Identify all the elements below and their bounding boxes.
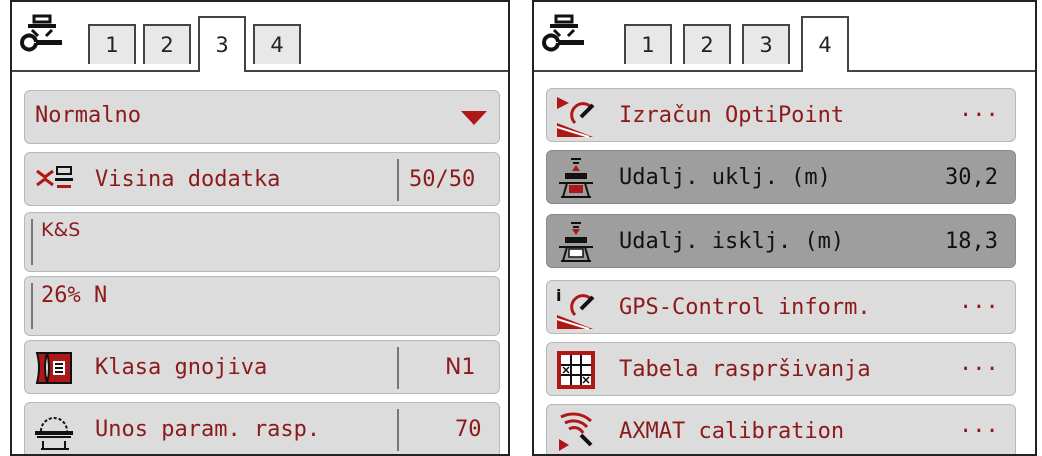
spreader-off-distance-icon [559,222,593,262]
axmat-more-icon: ··· [959,419,999,444]
gps-control-info-row[interactable]: i GPS-Control inform. ··· [546,280,1016,334]
visina-dodatka-row[interactable]: Visina dodatka 50/50 [24,152,500,206]
tab-divider [12,70,198,72]
klasa-value: N1 [445,355,476,380]
mode-dropdown-value: Normalno [35,103,141,128]
iskljucenje-label: Udalj. isklj. (m) [619,229,845,254]
svg-text:i: i [556,286,561,305]
spreader-on-distance-icon [559,158,593,198]
tabela-rasprsivanja-row[interactable]: Tabela raspršivanja ··· [546,342,1016,396]
settings-wrench-icon [20,14,62,52]
tab-2[interactable]: 2 [143,24,191,64]
separator [397,347,399,389]
fertilizer-name-value: K&S [41,219,81,241]
tabela-label: Tabela raspršivanja [619,357,871,382]
fertilizer-name-field[interactable]: K&S [24,212,500,272]
tab-3[interactable]: 3 [742,24,790,64]
visina-label: Visina dodatka [95,167,281,192]
tabela-more-icon: ··· [959,357,999,382]
iskljucenje-value: 18,3 [945,229,998,254]
udalj-ukljucenje-row[interactable]: Udalj. uklj. (m) 30,2 [546,150,1016,204]
tab-divider [246,70,508,72]
fertilizer-content-field[interactable]: 26% N [24,276,500,336]
separator [31,283,33,329]
unos-value: 70 [455,417,482,442]
optipoint-row[interactable]: Izračun OptiPoint ··· [546,88,1016,142]
fertilizer-bag-icon [35,352,72,384]
axmat-label: AXMAT calibration [619,419,845,444]
separator [31,219,33,265]
tab-4[interactable]: 4 [253,24,301,64]
ukljucenje-label: Udalj. uklj. (m) [619,165,831,190]
settings-wrench-icon [542,14,584,52]
unos-param-row[interactable]: Unos param. rasp. 70 [24,402,500,454]
klasa-label: Klasa gnojiva [95,355,268,380]
separator [397,159,399,201]
optipoint-calc-icon [556,97,595,138]
gps-info-more-icon: ··· [959,295,999,320]
height-addition-icon [36,166,73,188]
optipoint-more-icon: ··· [959,103,999,128]
tab-divider [849,70,1035,72]
tab-1[interactable]: 1 [624,24,672,64]
gps-info-icon: i [556,286,595,330]
right-panel: 1 2 3 4 Izračun OptiPoint ··· Udalj. ukl… [532,0,1037,456]
tab-3[interactable]: 3 [198,16,246,72]
visina-value: 50/50 [409,167,476,192]
tab-1[interactable]: 1 [88,24,136,64]
fertilizer-content-value: 26% N [41,283,108,308]
klasa-gnojiva-row[interactable]: Klasa gnojiva N1 [24,340,500,394]
tab-4[interactable]: 4 [801,16,849,72]
axmat-sensor-icon [559,412,593,451]
axmat-calibration-row[interactable]: AXMAT calibration ··· [546,404,1016,454]
mode-dropdown[interactable]: Normalno [24,90,500,144]
tab-divider [534,70,801,72]
udalj-iskljucenje-row[interactable]: Udalj. isklj. (m) 18,3 [546,214,1016,268]
unos-label: Unos param. rasp. [95,417,321,442]
chevron-down-icon [461,111,487,125]
tab-2[interactable]: 2 [683,24,731,64]
spread-table-icon [557,351,595,389]
gps-info-label: GPS-Control inform. [619,295,871,320]
separator [397,409,399,451]
spreader-parameters-icon [35,417,73,450]
ukljucenje-value: 30,2 [945,165,998,190]
left-panel: 1 2 3 4 Normalno Visina dodatka 50/50 K&… [10,0,510,456]
optipoint-label: Izračun OptiPoint [619,103,845,128]
